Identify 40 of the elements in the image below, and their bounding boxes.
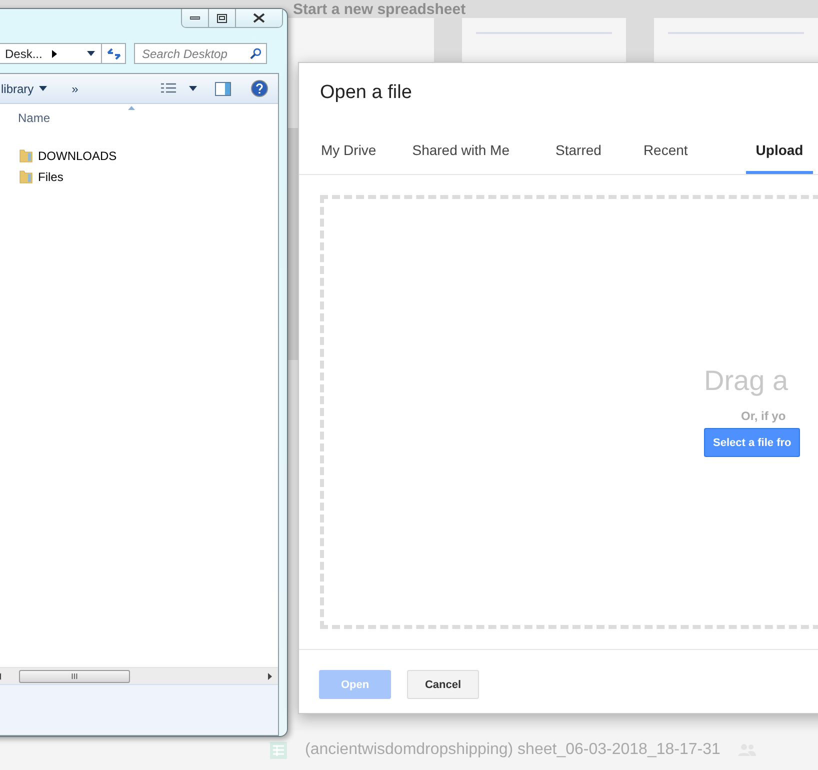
folder-icon (19, 148, 33, 163)
help-icon[interactable] (251, 80, 268, 97)
sort-caret-icon (128, 106, 135, 110)
file-name[interactable]: Files (38, 170, 64, 184)
search-field[interactable]: Search Desktop (134, 43, 267, 64)
scroll-right-icon[interactable] (268, 672, 272, 680)
close-icon (253, 13, 265, 23)
maximize-button[interactable] (208, 9, 235, 27)
dialog-title: Open a file (320, 82, 412, 101)
tab[interactable]: Starred (546, 130, 612, 174)
library-menu[interactable]: library (1, 82, 47, 96)
cancel-button[interactable]: Cancel (407, 670, 479, 699)
minimize-button[interactable] (182, 9, 208, 27)
view-icon[interactable] (161, 83, 176, 94)
drop-hint: Or, if yo (741, 409, 786, 423)
tab[interactable]: My Drive (311, 130, 386, 174)
close-button[interactable] (235, 9, 282, 27)
scroll-thumb[interactable]: III (19, 670, 130, 682)
search-icon (250, 47, 262, 60)
maximize-icon (217, 14, 227, 22)
tab[interactable]: Recent (633, 130, 698, 174)
file-name[interactable]: DOWNLOADS (38, 148, 117, 162)
address-text: Desk... (5, 46, 42, 60)
dropdown-icon (38, 86, 47, 91)
refresh-icon (106, 46, 122, 60)
spreadsheet-icon (270, 742, 287, 758)
overflow-button[interactable]: » (72, 82, 78, 96)
preview-pane-icon[interactable] (215, 82, 232, 96)
address-field[interactable]: Desk... (0, 43, 102, 64)
chevron-icon (52, 50, 58, 58)
dropdown-icon[interactable] (189, 86, 198, 91)
folder-icon (19, 169, 33, 184)
horizontal-scrollbar[interactable]: III (0, 667, 278, 684)
minimize-icon (190, 16, 200, 20)
refresh-button[interactable] (101, 43, 126, 64)
page-heading: Start a new spreadsheet (293, 1, 466, 19)
tab[interactable]: Shared with Me (402, 130, 520, 174)
column-header[interactable]: Name (18, 111, 50, 125)
tab[interactable]: Upload (746, 130, 814, 174)
dropdown-icon (87, 51, 95, 56)
